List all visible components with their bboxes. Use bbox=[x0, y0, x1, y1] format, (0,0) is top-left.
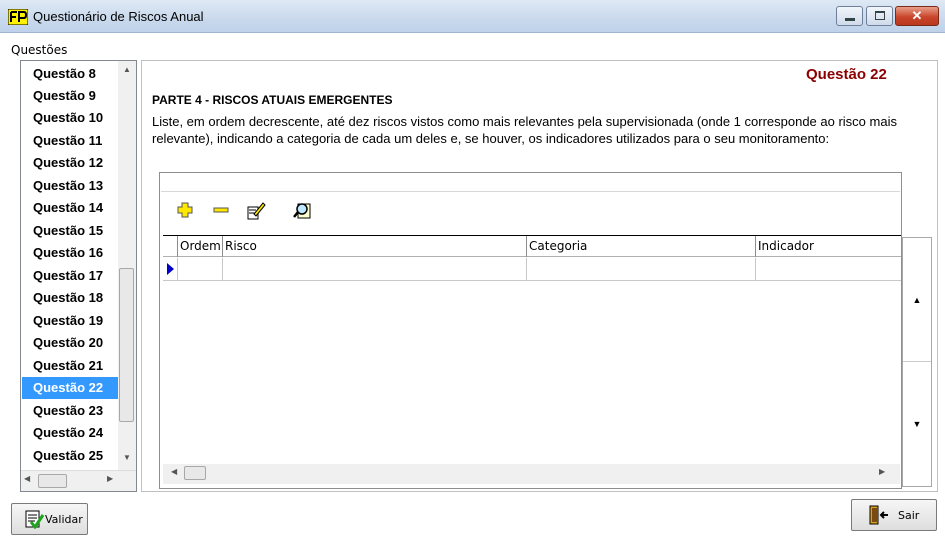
prior-record-button[interactable]: ▲ bbox=[903, 238, 931, 362]
validar-label: Validar bbox=[45, 513, 83, 526]
app-logo-icon bbox=[8, 9, 28, 25]
title-bar: Questionário de Riscos Anual ✕ bbox=[0, 0, 945, 33]
scroll-down-icon[interactable]: ▼ bbox=[118, 449, 136, 466]
close-button[interactable]: ✕ bbox=[895, 6, 939, 26]
triangle-up-icon: ▲ bbox=[912, 295, 922, 305]
grid-header-indicator-cell bbox=[163, 236, 178, 257]
next-record-button[interactable]: ▼ bbox=[903, 362, 931, 486]
question-text: Liste, em ordem decrescente, até dez ris… bbox=[152, 114, 897, 146]
question-list-item[interactable]: Questão 13 bbox=[22, 175, 118, 197]
remove-icon[interactable] bbox=[211, 200, 231, 220]
question-number: Questão 22 bbox=[806, 66, 887, 83]
cell-risco[interactable] bbox=[223, 258, 527, 281]
column-header-ordem[interactable]: Ordem bbox=[178, 236, 223, 257]
question-list-item[interactable]: Questão 24 bbox=[22, 422, 118, 444]
question-list-item[interactable]: Questão 10 bbox=[22, 107, 118, 129]
question-list-item[interactable]: Questão 15 bbox=[22, 220, 118, 242]
validar-button[interactable]: Validar bbox=[11, 503, 88, 535]
scroll-thumb[interactable] bbox=[119, 268, 134, 422]
grid-header: Ordem Risco Categoria Indicador bbox=[163, 235, 901, 257]
question-list-item[interactable]: Questão 14 bbox=[22, 197, 118, 219]
question-list-item[interactable]: Questão 18 bbox=[22, 287, 118, 309]
close-icon: ✕ bbox=[911, 8, 923, 23]
question-list-item[interactable]: Questão 11 bbox=[22, 130, 118, 152]
current-row-arrow-icon bbox=[167, 263, 174, 275]
add-icon[interactable] bbox=[175, 200, 195, 220]
grid-horizontal-scrollbar[interactable]: ◀ ▶ bbox=[163, 464, 900, 484]
question-list-item[interactable]: Questão 19 bbox=[22, 310, 118, 332]
column-header-risco[interactable]: Risco bbox=[223, 236, 527, 257]
minimize-icon bbox=[845, 18, 855, 21]
question-list-vertical-scrollbar[interactable]: ▲ ▼ bbox=[118, 61, 136, 470]
search-icon[interactable] bbox=[293, 200, 313, 220]
column-header-categoria[interactable]: Categoria bbox=[527, 236, 756, 257]
table-row[interactable] bbox=[163, 258, 901, 281]
record-navigator: ▲ ▼ bbox=[902, 237, 932, 487]
grid-toolbar bbox=[161, 191, 900, 231]
triangle-down-icon: ▼ bbox=[912, 419, 922, 429]
section-title: PARTE 4 - RISCOS ATUAIS EMERGENTES bbox=[152, 93, 393, 107]
sair-button[interactable]: Sair bbox=[851, 499, 937, 531]
sair-label: Sair bbox=[898, 509, 920, 522]
question-list[interactable]: Questão 8 Questão 9 Questão 10 Questão 1… bbox=[20, 60, 137, 492]
cell-categoria[interactable] bbox=[527, 258, 756, 281]
question-list-item[interactable]: Questão 16 bbox=[22, 242, 118, 264]
scroll-up-icon[interactable]: ▲ bbox=[118, 61, 136, 78]
scroll-thumb[interactable] bbox=[38, 474, 67, 488]
exit-door-icon bbox=[869, 505, 888, 525]
edit-icon[interactable] bbox=[246, 200, 266, 220]
questions-group-label: Questões bbox=[11, 43, 68, 57]
maximize-button[interactable] bbox=[866, 6, 893, 26]
question-list-item-selected[interactable]: Questão 22 bbox=[22, 377, 118, 399]
scroll-right-icon[interactable]: ▶ bbox=[879, 467, 885, 476]
question-list-item[interactable]: Questão 8 bbox=[22, 63, 118, 85]
column-header-indicador[interactable]: Indicador bbox=[756, 236, 901, 257]
question-list-item[interactable]: Questão 21 bbox=[22, 355, 118, 377]
question-list-item[interactable]: Questão 12 bbox=[22, 152, 118, 174]
validate-checklist-icon bbox=[25, 510, 44, 529]
scroll-right-icon[interactable]: ▶ bbox=[107, 474, 113, 483]
question-list-item[interactable]: Questão 23 bbox=[22, 400, 118, 422]
scroll-left-icon[interactable]: ◀ bbox=[171, 467, 177, 476]
window-title: Questionário de Riscos Anual bbox=[33, 9, 204, 24]
minimize-button[interactable] bbox=[836, 6, 863, 26]
question-list-item[interactable]: Questão 17 bbox=[22, 265, 118, 287]
question-list-item[interactable]: Questão 9 bbox=[22, 85, 118, 107]
question-list-item[interactable]: Questão 25 bbox=[22, 445, 118, 467]
scroll-left-icon[interactable]: ◀ bbox=[24, 474, 30, 483]
scroll-thumb[interactable] bbox=[184, 466, 206, 480]
cell-indicador[interactable] bbox=[756, 258, 901, 281]
cell-ordem[interactable] bbox=[178, 258, 223, 281]
maximize-icon bbox=[875, 11, 885, 20]
question-list-horizontal-scrollbar[interactable]: ◀ ▶ bbox=[21, 470, 136, 491]
question-list-item[interactable]: Questão 20 bbox=[22, 332, 118, 354]
